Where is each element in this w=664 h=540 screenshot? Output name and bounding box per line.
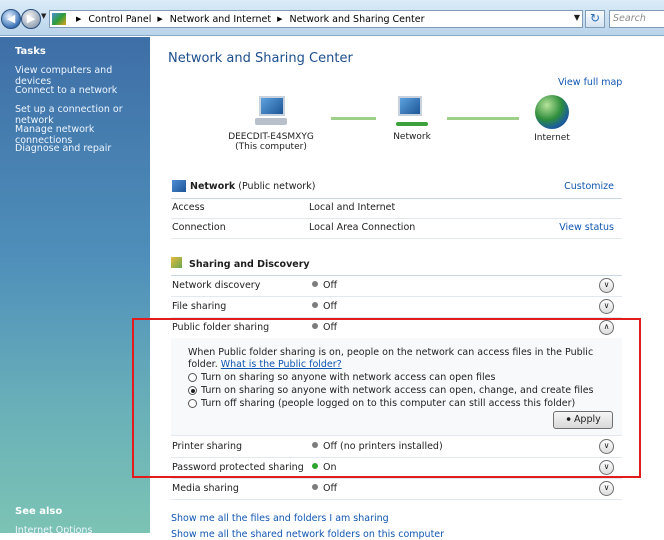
media-sharing-status: Off [323,483,338,494]
computer-subtitle: (This computer) [235,142,307,152]
computer-name: DEECDIT-E4SMXYG [228,132,314,142]
chevron-right-icon[interactable]: ▶ [157,15,162,23]
map-link-line [331,117,376,120]
task-diagnose-repair[interactable]: Diagnose and repair [15,143,150,163]
task-connect-network[interactable]: Connect to a network [15,85,150,105]
task-setup-connection[interactable]: Set up a connection or network [15,104,150,126]
connection-value: Local Area Connection [309,222,416,233]
file-sharing-label: File sharing [172,301,227,312]
sharing-section-header: Sharing and Discovery [171,256,622,276]
breadcrumb-control-panel[interactable]: Control Panel [88,14,151,25]
task-view-computers[interactable]: View computers and devices [15,65,150,87]
task-pane: Tasks View computers and devices Connect… [0,37,150,536]
map-link-line [447,117,519,120]
network-discovery-status: Off [323,280,338,291]
sharing-icon [171,257,182,268]
task-list: View computers and devices Connect to a … [15,65,150,163]
search-input[interactable]: Search [609,10,664,28]
status-off-icon [312,281,318,287]
sharing-heading: Sharing and Discovery [189,259,310,270]
forward-button[interactable]: ▶ [21,9,41,29]
access-row: Access Local and Internet [171,198,622,219]
status-off-icon [312,302,318,308]
task-manage-connections[interactable]: Manage network connections [15,124,150,146]
chevron-down-icon[interactable]: ▼ [574,13,580,22]
address-bar[interactable]: ▶ Control Panel ▶ Network and Internet ▶… [49,10,583,28]
connection-row: Connection Local Area Connection View st… [171,218,622,239]
highlight-box [132,318,641,478]
chevron-right-icon: ▶ [76,15,82,23]
breadcrumb-network-sharing-center[interactable]: Network and Sharing Center [289,14,424,25]
address-toolbar: ◀ ▶ ▼ ▶ Control Panel ▶ Network and Inte… [0,0,664,36]
network-node-label: Network [393,132,431,142]
media-sharing-row: Media sharing Off ∨ [171,479,622,500]
map-internet[interactable]: Internet [530,95,574,143]
access-label: Access [172,202,205,213]
internet-options-link[interactable]: Internet Options [15,525,92,536]
page-title: Network and Sharing Center [168,51,353,66]
refresh-icon: ↻ [589,11,601,25]
network-type: (Public network) [238,181,316,192]
network-discovery-label: Network discovery [172,280,261,291]
map-network[interactable]: Network [385,96,439,142]
network-icon [394,96,430,128]
expand-network-discovery-button[interactable]: ∨ [599,278,614,293]
network-icon [172,180,186,192]
status-off-icon [312,484,318,490]
media-sharing-label: Media sharing [172,483,239,494]
access-value: Local and Internet [309,202,396,213]
map-this-computer[interactable]: DEECDIT-E4SMXYG (This computer) [225,96,317,152]
breadcrumb-network-internet[interactable]: Network and Internet [170,14,271,25]
back-button[interactable]: ◀ [1,9,21,29]
network-name: Network [190,181,236,192]
expand-file-sharing-button[interactable]: ∨ [599,299,614,314]
computer-icon [253,96,289,128]
breadcrumb: ▶ Control Panel ▶ Network and Internet ▶… [70,14,425,25]
show-shared-folders-link[interactable]: Show me all the shared network folders o… [171,529,444,540]
file-sharing-status: Off [323,301,338,312]
control-panel-icon [52,13,66,25]
connection-label: Connection [172,222,226,233]
network-section-header: Network (Public network) Customize [171,179,622,199]
see-also-heading: See also [15,506,63,517]
globe-icon [535,95,569,129]
view-full-map-link[interactable]: View full map [558,77,622,88]
network-discovery-row: Network discovery Off ∨ [171,276,622,297]
show-shared-files-link[interactable]: Show me all the files and folders I am s… [171,513,389,524]
chevron-right-icon[interactable]: ▶ [277,15,282,23]
customize-link[interactable]: Customize [564,181,614,192]
internet-node-label: Internet [534,133,570,143]
refresh-button[interactable]: ↻ [585,10,605,28]
tasks-heading: Tasks [15,46,46,57]
view-status-link[interactable]: View status [559,222,614,233]
expand-media-sharing-button[interactable]: ∨ [599,481,614,496]
recent-pages-dropdown[interactable]: ▼ [41,12,46,20]
file-sharing-row: File sharing Off ∨ [171,297,622,318]
